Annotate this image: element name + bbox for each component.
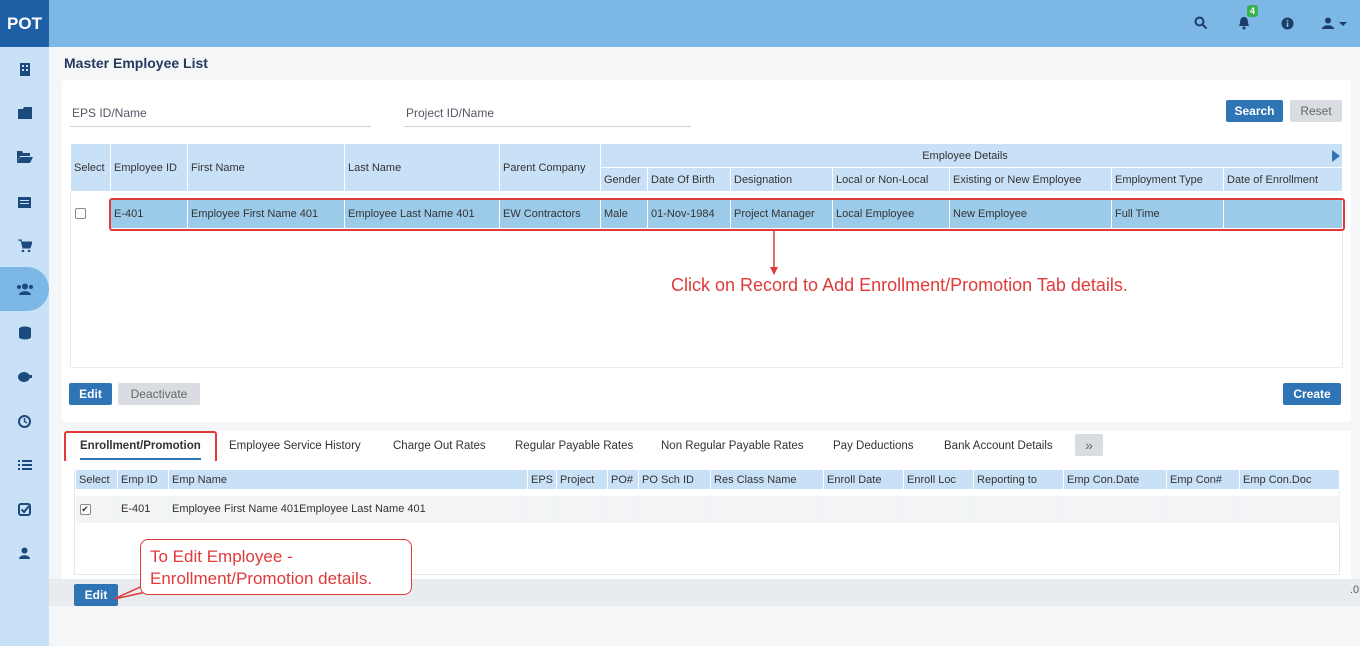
deactivate-button[interactable]: Deactivate (118, 383, 200, 405)
col2-emp-con-date[interactable]: Emp Con.Date (1063, 469, 1168, 490)
project-search-field[interactable]: Project ID/Name (404, 104, 691, 127)
create-button[interactable]: Create (1283, 383, 1341, 405)
top-bar (0, 0, 1360, 47)
col-last-name[interactable]: Last Name (344, 143, 500, 192)
col-enrollment-date[interactable]: Date of Enrollment (1223, 167, 1343, 192)
employee-details-label: Employee Details (922, 149, 1008, 162)
col2-select: Select (75, 469, 118, 490)
row2-checkbox[interactable]: ✔ (75, 495, 118, 523)
calendar-icon[interactable] (0, 179, 49, 223)
col-gender[interactable]: Gender (600, 167, 648, 192)
col2-emp-con-no[interactable]: Emp Con# (1166, 469, 1241, 490)
col2-emp-con-doc[interactable]: Emp Con.Doc (1239, 469, 1341, 490)
col-group-employee-details: Employee Details (600, 143, 1343, 168)
user-menu-icon[interactable] (1320, 14, 1350, 32)
tab-non-regular-payable-rates[interactable]: Non Regular Payable Rates (661, 440, 804, 452)
col-dob[interactable]: Date Of Birth (647, 167, 731, 192)
info-icon[interactable] (1278, 14, 1296, 32)
col-designation[interactable]: Designation (730, 167, 833, 192)
col2-po-sch-id[interactable]: PO Sch ID (638, 469, 712, 490)
col-existing[interactable]: Existing or New Employee (949, 167, 1112, 192)
col2-enroll-loc[interactable]: Enroll Loc (903, 469, 975, 490)
edit-callout-box: To Edit Employee - Enrollment/Promotion … (140, 539, 412, 595)
tab-more-button[interactable]: » (1075, 434, 1103, 456)
app-logo[interactable]: POT (0, 0, 49, 47)
user-icon[interactable] (0, 531, 49, 575)
eps-search-field[interactable]: EPS ID/Name (70, 104, 371, 127)
tab-employee-service-history[interactable]: Employee Service History (229, 440, 361, 452)
tab-bank-account-details[interactable]: Bank Account Details (944, 440, 1053, 452)
notification-badge: 4 (1247, 5, 1259, 17)
tab-enrollment-promotion[interactable]: Enrollment/Promotion (80, 440, 201, 460)
cell2-emp-name: Employee First Name 401Employee Last Nam… (168, 495, 528, 523)
building-icon[interactable] (0, 47, 49, 91)
edit-callout-line1: To Edit Employee - (150, 547, 293, 566)
sidebar (0, 47, 49, 646)
col2-reporting-to[interactable]: Reporting to (973, 469, 1065, 490)
users-icon[interactable] (0, 267, 49, 311)
search-button[interactable]: Search (1226, 100, 1283, 122)
search-icon[interactable] (1192, 14, 1210, 32)
col2-eps[interactable]: EPS (526, 469, 558, 490)
table-row[interactable]: ✔ E-401 Employee First Name 401Employee … (75, 495, 1341, 523)
col-select: Select (70, 143, 111, 192)
list-icon[interactable] (0, 443, 49, 487)
edge-text: .0 (1350, 584, 1360, 596)
col2-enroll-date[interactable]: Enroll Date (823, 469, 905, 490)
page-title: Master Employee List (64, 55, 208, 71)
col2-project[interactable]: Project (556, 469, 609, 490)
col2-emp-id[interactable]: Emp ID (117, 469, 169, 490)
check-square-icon[interactable] (0, 487, 49, 531)
col2-po[interactable]: PO# (607, 469, 640, 490)
edit-callout-line2: Enrollment/Promotion details. (150, 569, 373, 588)
edit-button[interactable]: Edit (69, 383, 112, 405)
reset-button[interactable]: Reset (1290, 100, 1342, 122)
row-highlight-box (109, 198, 1345, 231)
piggy-bank-icon[interactable] (0, 355, 49, 399)
col2-res-class[interactable]: Res Class Name (710, 469, 825, 490)
folder-open-icon[interactable] (0, 135, 49, 179)
col-employee-id[interactable]: Employee ID (110, 143, 188, 192)
database-icon[interactable] (0, 311, 49, 355)
callout-arrow-down (770, 231, 778, 275)
col2-emp-name[interactable]: Emp Name (168, 469, 528, 490)
col-parent-company[interactable]: Parent Company (499, 143, 601, 192)
cell2-emp-id: E-401 (117, 495, 169, 523)
tab-charge-out-rates[interactable]: Charge Out Rates (393, 440, 486, 452)
row-checkbox[interactable] (70, 199, 111, 228)
tab-pay-deductions[interactable]: Pay Deductions (833, 440, 914, 452)
folder-icon[interactable] (0, 91, 49, 135)
col-first-name[interactable]: First Name (187, 143, 345, 192)
col-local[interactable]: Local or Non-Local (832, 167, 950, 192)
col-employment-type[interactable]: Employment Type (1111, 167, 1224, 192)
tab-regular-payable-rates[interactable]: Regular Payable Rates (515, 440, 633, 452)
cart-icon[interactable] (0, 223, 49, 267)
enrollment-grid: Select Emp ID Emp Name EPS Project PO# P… (75, 469, 1341, 523)
clock-icon[interactable] (0, 399, 49, 443)
scroll-right-icon[interactable] (1332, 150, 1340, 165)
record-callout: Click on Record to Add Enrollment/Promot… (671, 275, 1128, 295)
